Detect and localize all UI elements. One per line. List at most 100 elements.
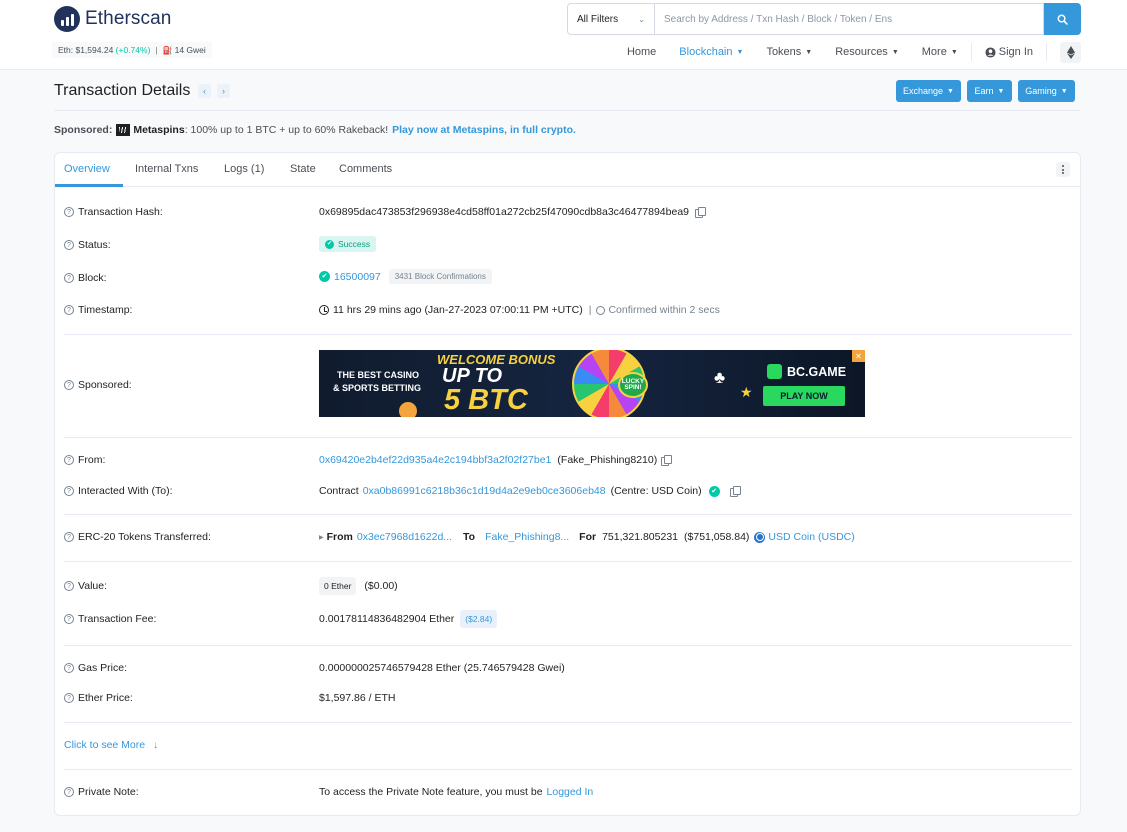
nav-blockchain-label: Blockchain (679, 46, 733, 58)
timestamp-separator: | (588, 304, 592, 316)
question-icon[interactable]: ? (64, 787, 74, 797)
block-label: Block: (78, 272, 107, 284)
question-icon[interactable]: ? (64, 305, 74, 315)
site-header: Etherscan Eth: $1,594.24 (+0.74%) | ⛽ 14… (0, 0, 1127, 70)
question-icon[interactable]: ? (64, 532, 74, 542)
confirmed-within: Confirmed within 2 secs (608, 304, 720, 316)
nav-tokens-label: Tokens (766, 46, 802, 58)
ghost-icon: ♣ (714, 368, 726, 387)
value-label: Value: (78, 580, 107, 592)
logged-in-link[interactable]: Logged In (547, 786, 594, 798)
network-switch-button[interactable] (1060, 41, 1081, 63)
to-contract-link[interactable]: 0xa0b86991c6218b36c1d19d4a2e9eb0ce3606eb… (363, 485, 606, 497)
gaming-button[interactable]: Gaming ▼ (1018, 80, 1075, 102)
nav-resources-label: Resources (835, 46, 888, 58)
tab-comments[interactable]: Comments (339, 163, 392, 175)
nav-home[interactable]: Home (627, 46, 656, 58)
sponsor-text: : 100% up to 1 BTC + up to 60% Rakeback! (184, 124, 389, 136)
nav-tokens[interactable]: Tokens ▼ (766, 46, 812, 58)
copy-icon[interactable] (661, 455, 673, 466)
fee-amount: 0.00178114836482904 Ether (319, 613, 455, 625)
etherscan-logo[interactable]: Etherscan (54, 6, 171, 32)
tab-logs[interactable]: Logs (1) (224, 163, 264, 175)
nav-more[interactable]: More ▼ (922, 46, 958, 58)
copy-icon[interactable] (695, 207, 706, 218)
price-separator: | (155, 45, 158, 55)
question-icon[interactable]: ? (64, 380, 74, 390)
erc20-token-link[interactable]: USD Coin (USDC) (768, 531, 854, 543)
gas-price-value: 0.000000025746579428 Ether (25.746579428… (319, 662, 565, 674)
tab-overview[interactable]: Overview (64, 163, 110, 175)
timestamp-value: 11 hrs 29 mins ago (Jan-27-2023 07:00:11… (333, 304, 583, 316)
nav-resources[interactable]: Resources ▼ (835, 46, 899, 58)
private-note-text: To access the Private Note feature, you … (319, 786, 543, 798)
tab-internal-txns[interactable]: Internal Txns (135, 163, 198, 175)
question-icon[interactable]: ? (64, 273, 74, 283)
question-icon[interactable]: ? (64, 614, 74, 624)
eth-price[interactable]: Eth: $1,594.24 (58, 45, 113, 55)
sponsor-cta-link[interactable]: Play now at Metaspins, in full crypto. (392, 124, 576, 136)
timestamp-value-container: 11 hrs 29 mins ago (Jan-27-2023 07:00:11… (319, 304, 720, 316)
erc20-to-link[interactable]: Fake_Phishing8... (485, 531, 569, 543)
block-number-link[interactable]: 16500097 (334, 271, 381, 283)
search-input[interactable] (654, 3, 1044, 35)
user-icon (985, 46, 996, 58)
status-value-container: ✔ Success (319, 236, 377, 252)
row-label-from: ? From: (64, 454, 105, 466)
row-label-gas: ? Gas Price: (64, 662, 127, 674)
copy-icon[interactable] (729, 486, 741, 497)
erc20-label: ERC-20 Tokens Transferred: (78, 531, 211, 543)
chevron-down-icon: ▼ (805, 48, 813, 56)
divider (64, 645, 1072, 646)
search-icon (1057, 14, 1068, 25)
question-icon[interactable]: ? (64, 240, 74, 250)
question-icon[interactable]: ? (64, 455, 74, 465)
sign-in-link[interactable]: Sign In (985, 46, 1033, 58)
from-address-link[interactable]: 0x69420e2b4ef22d935a4e2c194bbf3a2f02f27b… (319, 454, 551, 466)
row-label-value: ? Value: (64, 580, 107, 592)
erc20-transfer-row: ▶ From 0x3ec7968d1622d... To Fake_Phishi… (319, 531, 855, 543)
question-icon[interactable]: ? (64, 663, 74, 673)
divider (64, 514, 1072, 515)
erc20-amount: 751,321.805231 (602, 531, 679, 543)
prev-transaction-button[interactable]: ‹ (198, 84, 211, 98)
ad-close-icon[interactable]: ✕ (852, 350, 865, 362)
search-filter-dropdown[interactable]: All Filters ⌄ (567, 3, 654, 35)
chevron-down-icon: ▼ (1060, 87, 1068, 95)
question-icon[interactable]: ? (64, 581, 74, 591)
more-options-button[interactable] (1056, 162, 1070, 177)
erc20-from-link[interactable]: 0x3ec7968d1622d... (357, 531, 452, 543)
nav-blockchain[interactable]: Blockchain ▼ (679, 46, 743, 58)
check-circle-icon: ✔ (325, 239, 334, 249)
check-circle-icon: ✔ (319, 271, 330, 282)
erc20-to-label: To (463, 531, 476, 543)
question-icon[interactable]: ? (64, 693, 74, 703)
row-label-status: ? Status: (64, 239, 111, 251)
search-button[interactable] (1044, 3, 1081, 35)
earn-button[interactable]: Earn ▼ (967, 80, 1012, 102)
question-icon[interactable]: ? (64, 486, 74, 496)
earn-label: Earn (974, 86, 994, 96)
sponsor-brand: Metaspins (133, 124, 185, 136)
next-transaction-button[interactable]: › (217, 84, 230, 98)
caret-right-icon: ▶ (319, 534, 324, 541)
value-usd: ($0.00) (364, 580, 398, 592)
row-label-hash: ? Transaction Hash: (64, 206, 163, 218)
chevron-down-icon: ▼ (950, 48, 958, 56)
arrow-down-icon: ↓ (153, 739, 159, 751)
ad-play-button[interactable]: PLAY NOW (763, 386, 845, 406)
ad-brand: BC.GAME (767, 364, 846, 379)
etherscan-logo-icon (54, 6, 80, 32)
divider (64, 561, 1072, 562)
see-more-toggle[interactable]: Click to see More ↓ (64, 739, 158, 751)
tab-state[interactable]: State (290, 163, 316, 175)
gas-price-link[interactable]: 14 Gwei (175, 45, 206, 55)
row-label-ether-price: ? Ether Price: (64, 692, 133, 704)
row-label-fee: ? Transaction Fee: (64, 613, 156, 625)
gaming-label: Gaming (1025, 86, 1057, 96)
bcgame-ad-banner[interactable]: THE BEST CASINO & SPORTS BETTING WELCOME… (319, 350, 865, 417)
search-bar: All Filters ⌄ (567, 3, 1081, 35)
main-nav: Home Blockchain ▼ Tokens ▼ Resources ▼ More… (604, 40, 1081, 64)
exchange-button[interactable]: Exchange ▼ (896, 80, 961, 102)
question-icon[interactable]: ? (64, 207, 74, 217)
